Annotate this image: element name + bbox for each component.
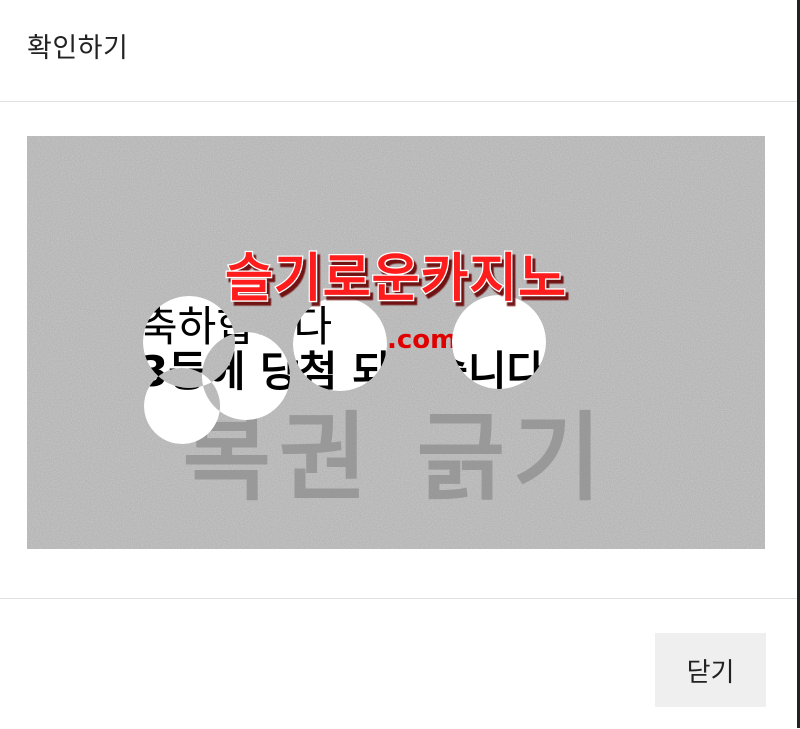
scratch-card[interactable]: 축하합니다 3등에 당첨 되었습니다 복권 긁기 슬기로운카지노 .com [27, 136, 765, 549]
scratch-dialog: 확인하기 3등에 당첨 되었습니다 복권 긁기 슬기로운카지노 .com 닫기 [0, 0, 800, 728]
dialog-footer: 닫기 [0, 598, 797, 729]
casino-logo-domain: .com [387, 325, 457, 355]
dialog-body: 축하합니다 3등에 당첨 되었습니다 복권 긁기 슬기로운카지노 .com [0, 102, 797, 598]
dialog-title: 확인하기 [27, 33, 129, 64]
casino-logo-text: 슬기로운카지노 [225, 249, 567, 309]
casino-logo: 슬기로운카지노 [224, 248, 567, 311]
close-button[interactable]: 닫기 [655, 633, 766, 707]
dialog-header: 확인하기 [0, 0, 797, 102]
